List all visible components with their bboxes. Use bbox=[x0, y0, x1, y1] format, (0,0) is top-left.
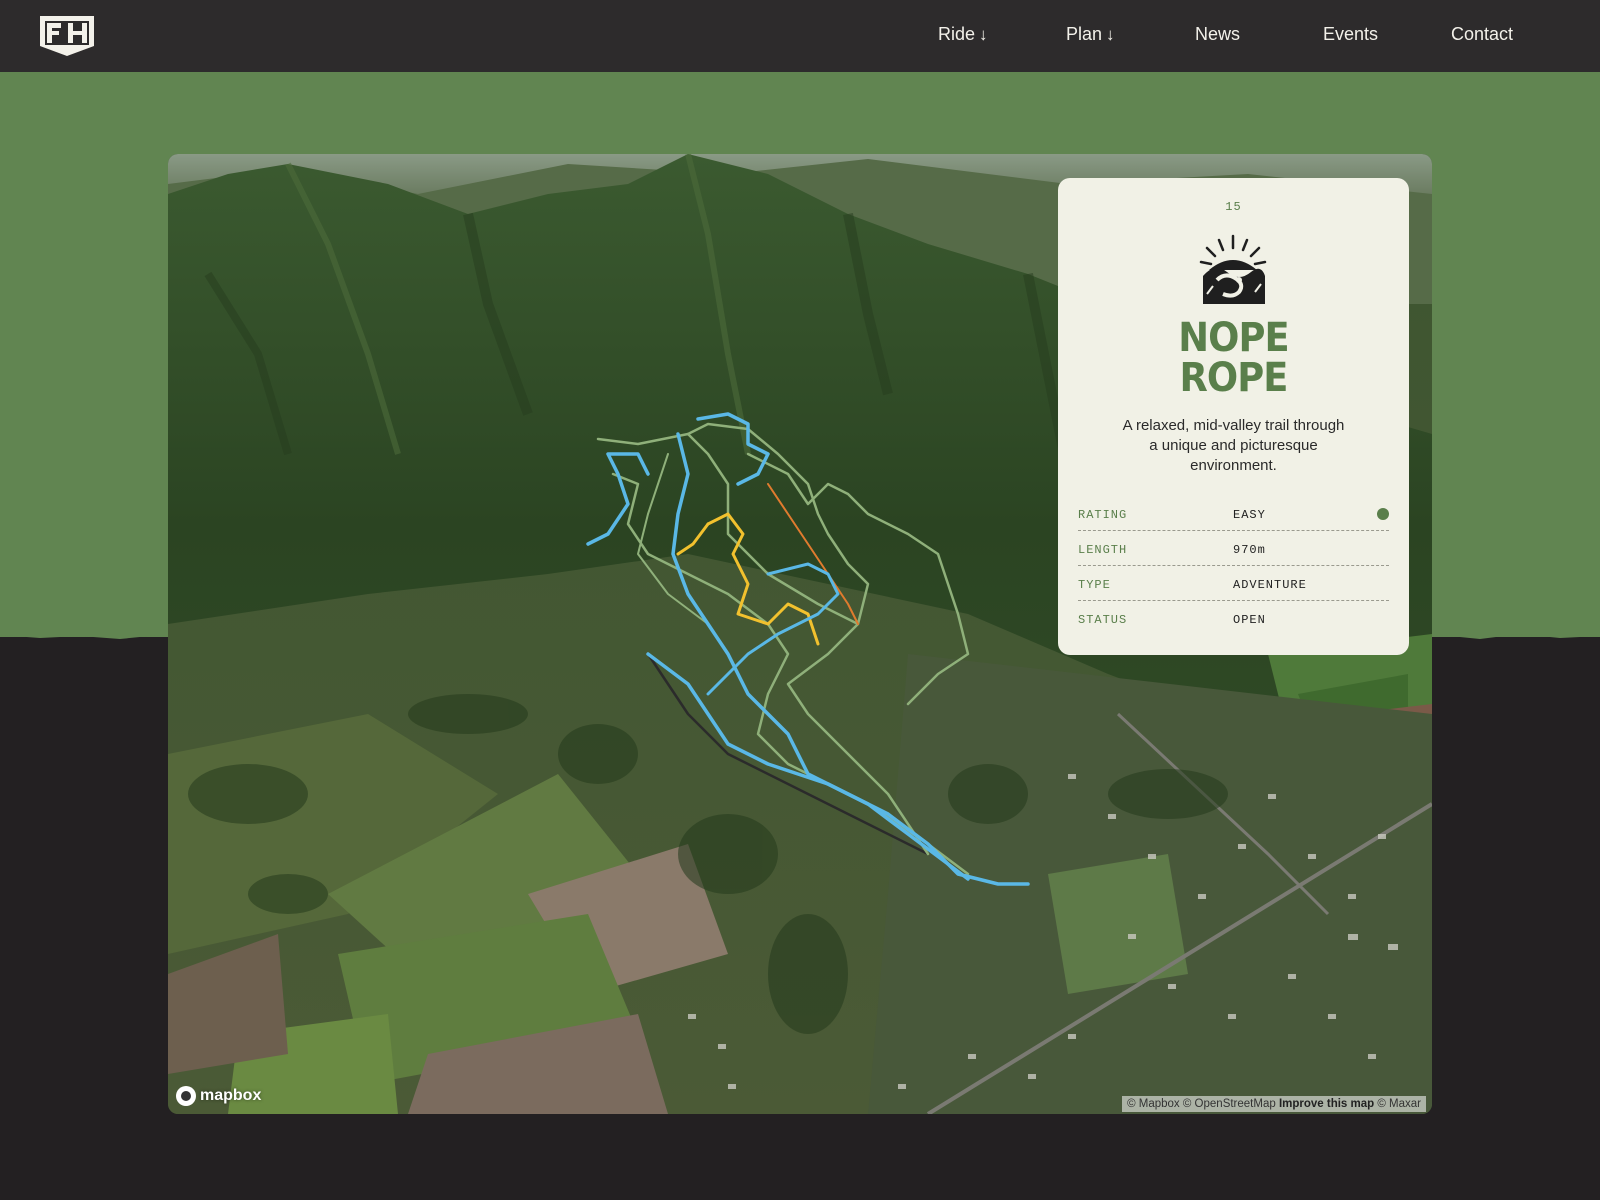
rating-indicator-dot bbox=[1377, 508, 1389, 520]
spec-row-type: TYPE ADVENTURE bbox=[1078, 566, 1389, 601]
snake-sun-icon bbox=[1199, 234, 1267, 304]
chevron-down-icon: ↓ bbox=[979, 25, 988, 44]
spec-value: OPEN bbox=[1233, 613, 1266, 627]
spec-value: 970m bbox=[1233, 543, 1266, 557]
trail-specs: RATING EASY LENGTH 970m TYPE ADVENTURE S… bbox=[1078, 496, 1389, 636]
spec-label: TYPE bbox=[1078, 578, 1111, 592]
mapbox-logo-icon bbox=[176, 1086, 196, 1106]
nav-ride-label: Ride bbox=[938, 24, 976, 44]
attribution-maxar-link[interactable]: © Maxar bbox=[1377, 1098, 1421, 1110]
spec-label: LENGTH bbox=[1078, 543, 1128, 557]
nav-news-link[interactable]: News bbox=[1195, 24, 1240, 45]
nav-plan-label: Plan bbox=[1066, 24, 1103, 44]
spec-label: RATING bbox=[1078, 508, 1128, 522]
improve-map-link[interactable]: Improve this map bbox=[1279, 1098, 1374, 1110]
attribution-mapbox-link[interactable]: © Mapbox bbox=[1127, 1098, 1180, 1110]
trail-info-card: 15 NOPE ROPE A relaxed, mid-valley trail… bbox=[1058, 178, 1409, 655]
top-navigation-bar: Ride ↓ Plan ↓ News Events Contact bbox=[0, 0, 1600, 72]
chevron-down-icon: ↓ bbox=[1106, 25, 1115, 44]
nav-plan-menu[interactable]: Plan ↓ bbox=[1066, 24, 1115, 45]
spec-label: STATUS bbox=[1078, 613, 1128, 627]
spec-value: EASY bbox=[1233, 508, 1266, 522]
spec-row-status: STATUS OPEN bbox=[1078, 601, 1389, 636]
attribution-osm-link[interactable]: © OpenStreetMap bbox=[1183, 1098, 1276, 1110]
mapbox-logo-text: mapbox bbox=[200, 1087, 262, 1104]
spec-row-length: LENGTH 970m bbox=[1078, 531, 1389, 566]
trail-number: 15 bbox=[1225, 200, 1242, 214]
nav-events-link[interactable]: Events bbox=[1323, 24, 1378, 45]
spec-value: ADVENTURE bbox=[1233, 578, 1307, 592]
trail-title: NOPE ROPE bbox=[1178, 315, 1289, 401]
nav-contact-link[interactable]: Contact bbox=[1451, 24, 1513, 45]
spec-row-rating: RATING EASY bbox=[1078, 496, 1389, 531]
map-attribution: © Mapbox © OpenStreetMap Improve this ma… bbox=[1122, 1096, 1426, 1112]
mapbox-logo[interactable]: mapbox bbox=[176, 1086, 261, 1106]
nav-ride-menu[interactable]: Ride ↓ bbox=[938, 24, 988, 45]
trail-description: A relaxed, mid-valley trail through a un… bbox=[1122, 417, 1345, 474]
fh-logo-icon[interactable] bbox=[38, 14, 96, 58]
